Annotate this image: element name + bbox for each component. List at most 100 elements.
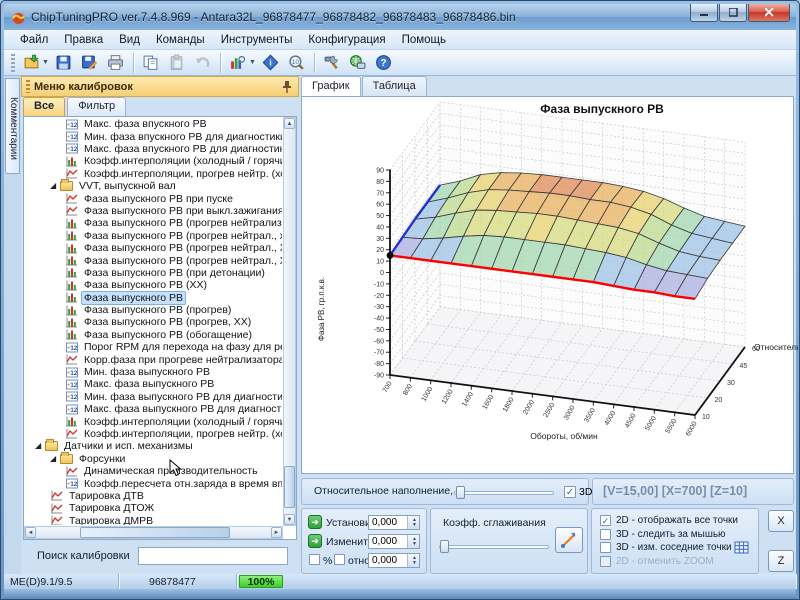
- display-option-1[interactable]: 3D - следить за мышью: [592, 528, 758, 542]
- scroll-left-icon[interactable]: ◄: [25, 527, 36, 538]
- tree-item[interactable]: Тарировка ДМРВ: [25, 515, 282, 526]
- tree-item[interactable]: Фаза выпускного РВ (прогрев нейтрал., хо…: [25, 230, 282, 242]
- menu-item-6[interactable]: Помощь: [394, 32, 454, 48]
- copy-button[interactable]: [139, 52, 163, 74]
- set-value-spinner[interactable]: 0,000▲▼: [368, 515, 420, 530]
- tree-item[interactable]: 12Мин. фаза выпускного РВ: [25, 366, 282, 378]
- tree-horizontal-scrollbar[interactable]: ◄ ►: [24, 526, 283, 539]
- svg-text:12: 12: [70, 122, 78, 129]
- smoothing-slider[interactable]: [439, 539, 549, 553]
- tree-folder[interactable]: ◢Датчики и исп. механизмы: [25, 440, 282, 452]
- expander-icon[interactable]: ◢: [35, 442, 43, 450]
- smoothing-slider-thumb[interactable]: [440, 540, 449, 553]
- tree-item[interactable]: Коэфф.интерполяции, прогрев нейтр. (холо…: [25, 168, 282, 180]
- tree-item[interactable]: Фаза выпускного РВ (при детонации): [25, 267, 282, 279]
- 3d-checkbox[interactable]: ✓: [564, 486, 576, 498]
- tools-button[interactable]: [320, 52, 344, 74]
- tree-folder[interactable]: ◢VVT, выпускной вал: [25, 180, 282, 192]
- tab-graph[interactable]: График: [301, 76, 361, 96]
- option-checkbox[interactable]: ✓: [600, 515, 611, 526]
- info-button[interactable]: i: [259, 52, 283, 74]
- tree-item[interactable]: Фаза выпускного РВ (прогрев нейтрализато…: [25, 217, 282, 229]
- tree-item[interactable]: 12Макс. фаза впускного РВ для диагностик…: [25, 143, 282, 155]
- tree-item[interactable]: Фаза выпускного РВ (прогрев): [25, 304, 282, 316]
- menu-item-0[interactable]: Файл: [12, 32, 56, 48]
- x-axis-button[interactable]: X: [768, 510, 794, 532]
- save-button[interactable]: [52, 52, 76, 74]
- toolbar-separator: [133, 53, 134, 73]
- menu-item-4[interactable]: Инструменты: [213, 32, 301, 48]
- connect-button[interactable]: [346, 52, 370, 74]
- display-option-0[interactable]: ✓2D - отображать все точки: [592, 514, 758, 528]
- tree-item[interactable]: Коэфф.интерполяции (холодный / горячий ): [25, 415, 282, 427]
- scroll-right-icon[interactable]: ►: [271, 527, 282, 538]
- z-axis-button[interactable]: Z: [768, 550, 794, 572]
- menu-item-2[interactable]: Вид: [111, 32, 148, 48]
- maximize-button[interactable]: [719, 4, 747, 22]
- save-as-button[interactable]: [78, 52, 102, 74]
- expander-icon[interactable]: ◢: [50, 455, 58, 463]
- tree-item[interactable]: Тарировка ДТВ: [25, 490, 282, 502]
- fill-slider[interactable]: [454, 485, 554, 499]
- fill-slider-thumb[interactable]: [456, 486, 465, 499]
- tree-item[interactable]: Фаза выпускного РВ: [25, 291, 282, 303]
- chart-3d-surface[interactable]: -90-80-70-60-50-40-30-20-100102030405060…: [301, 96, 794, 474]
- tree-item[interactable]: Коэфф.интерполяции, прогрев нейтр. (холо…: [25, 428, 282, 440]
- open-file-button[interactable]: [19, 52, 43, 74]
- grid-points-icon[interactable]: [734, 541, 749, 554]
- find-value-button[interactable]: 10: [285, 52, 309, 74]
- tree-item[interactable]: Фаза выпускного РВ (обогащение): [25, 329, 282, 341]
- tree-item[interactable]: Фаза выпускного РВ (прогрев нейтрал., ХХ…: [25, 254, 282, 266]
- tree-item[interactable]: 12Мин. фаза впускного РВ для диагностики: [25, 130, 282, 142]
- change-value-spinner[interactable]: 0,000▲▼: [368, 534, 420, 549]
- dropdown-arrow-icon[interactable]: ▼: [249, 59, 256, 66]
- interpolate-button[interactable]: [555, 527, 583, 553]
- menu-item-3[interactable]: Команды: [148, 32, 213, 48]
- display-option-2[interactable]: 3D - изм. соседние точки: [592, 541, 758, 555]
- tree-item[interactable]: Фаза выпускного РВ при выкл.зажигания: [25, 205, 282, 217]
- percent-checkbox[interactable]: [309, 554, 320, 565]
- scroll-down-icon[interactable]: ▼: [284, 514, 295, 525]
- tree-item[interactable]: Тарировка ДТОЖ: [25, 502, 282, 514]
- expander-icon[interactable]: ◢: [50, 182, 58, 190]
- tree-item[interactable]: Фаза выпускного РВ (ХХ): [25, 279, 282, 291]
- vertical-scroll-thumb[interactable]: [284, 466, 295, 508]
- scroll-up-icon[interactable]: ▲: [284, 118, 295, 129]
- tree-item[interactable]: 12Порог RPM для перехода на фазу для реж…: [25, 341, 282, 353]
- relative-value-spinner[interactable]: 0,000▲▼: [368, 553, 420, 568]
- tree-item[interactable]: Фаза выпускного РВ при пуске: [25, 192, 282, 204]
- help-button[interactable]: ?: [372, 52, 396, 74]
- chart-compare-button[interactable]: [226, 52, 250, 74]
- horizontal-scroll-thumb[interactable]: [80, 527, 230, 538]
- option-checkbox[interactable]: [600, 542, 611, 553]
- tree-vertical-scrollbar[interactable]: ▲ ▼: [283, 117, 296, 526]
- comments-tab[interactable]: Комментарии: [5, 78, 20, 174]
- relative-checkbox[interactable]: [334, 554, 345, 565]
- tab-all[interactable]: Все: [23, 97, 65, 116]
- apply-set-icon[interactable]: ➜: [308, 515, 322, 529]
- calibration-tabs: Все Фильтр: [21, 97, 299, 116]
- tab-table[interactable]: Таблица: [362, 76, 427, 96]
- minimize-button[interactable]: [690, 4, 718, 22]
- tree-item[interactable]: 12Коэфф.пересчета отн.заряда в время впр…: [25, 477, 282, 489]
- dropdown-arrow-icon[interactable]: ▼: [42, 59, 49, 66]
- print-button[interactable]: [104, 52, 128, 74]
- tree-item[interactable]: Фаза выпускного РВ (прогрев нейтрал., ХХ…: [25, 242, 282, 254]
- tree-item[interactable]: 12Мин. фаза выпускного РВ для диагностик…: [25, 391, 282, 403]
- tree-item[interactable]: Динамическая производительность: [25, 465, 282, 477]
- close-button[interactable]: [748, 4, 790, 22]
- tab-filter[interactable]: Фильтр: [67, 97, 126, 116]
- tree-item[interactable]: 12Макс. фаза выпускного РВ для диагности…: [25, 403, 282, 415]
- tree-item[interactable]: 12Макс. фаза впускного РВ: [25, 118, 282, 130]
- menu-item-1[interactable]: Правка: [56, 32, 111, 48]
- pin-icon[interactable]: [281, 80, 293, 94]
- tree-item[interactable]: Коэфф.интерполяции (холодный / горячий ): [25, 155, 282, 167]
- tree-item[interactable]: Фаза выпускного РВ (прогрев, ХХ): [25, 316, 282, 328]
- tree-item[interactable]: 12Макс. фаза выпускного РВ: [25, 378, 282, 390]
- apply-change-icon[interactable]: ➜: [308, 534, 322, 548]
- search-input[interactable]: [138, 547, 288, 565]
- tree-item[interactable]: Корр.фаза при прогреве нейтрализатора: [25, 353, 282, 365]
- menu-item-5[interactable]: Конфигурация: [300, 32, 393, 48]
- option-checkbox[interactable]: [600, 529, 611, 540]
- tree-folder[interactable]: ◢Форсунки: [25, 453, 282, 465]
